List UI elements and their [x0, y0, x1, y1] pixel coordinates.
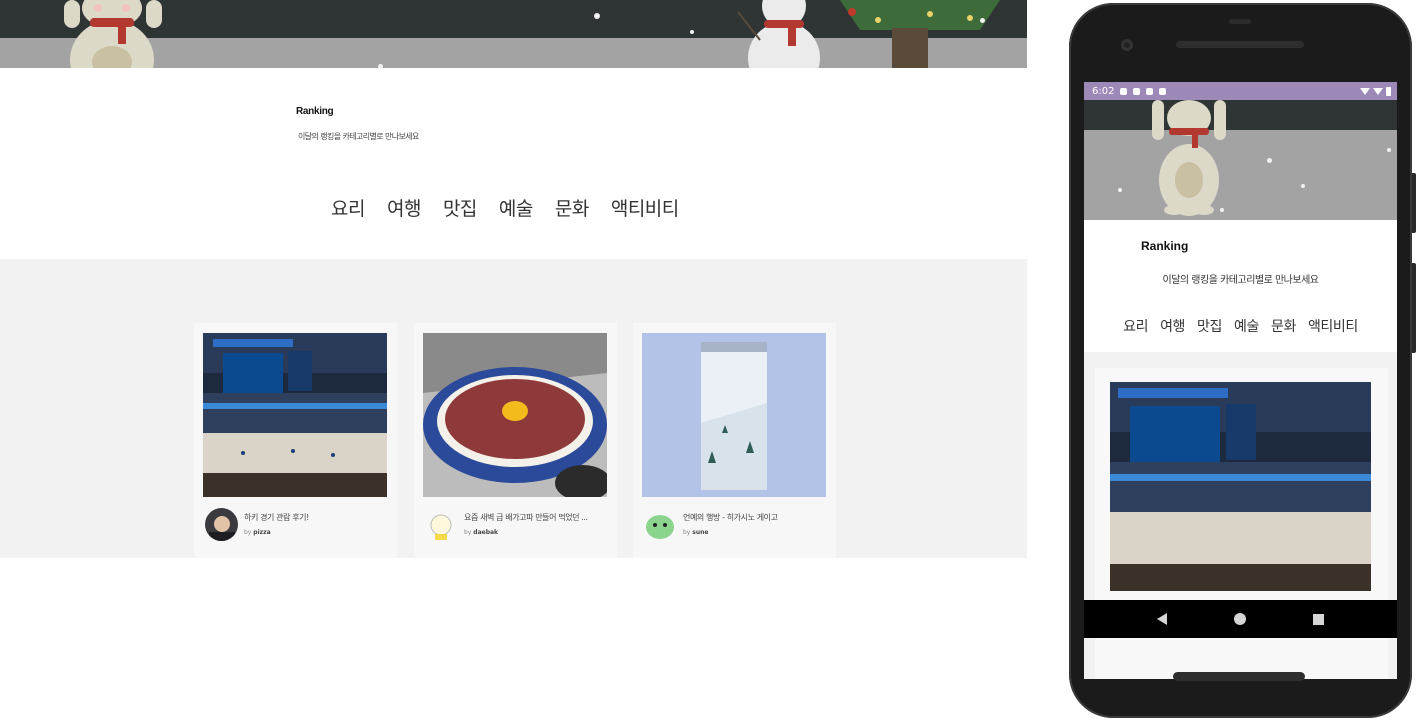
- ranking-title-mobile: Ranking: [1141, 239, 1189, 253]
- sd-card-icon: [1159, 87, 1167, 95]
- by-prefix: by: [244, 529, 252, 536]
- android-nav-bar: [1084, 600, 1397, 638]
- earpiece-speaker: [1176, 41, 1304, 48]
- ranking-title: Ranking: [296, 106, 334, 117]
- post-author-line: by daebak: [464, 529, 498, 536]
- category-cooking[interactable]: 요리: [1117, 316, 1154, 336]
- polar-bear-illustration: [1152, 100, 1226, 216]
- category-art[interactable]: 예술: [1228, 316, 1265, 336]
- status-right: [1360, 86, 1391, 96]
- category-activity[interactable]: 액티비티: [1302, 316, 1364, 336]
- front-camera-icon: [1121, 39, 1133, 51]
- banner-sky: [1084, 100, 1397, 130]
- post-title[interactable]: 요즘 새벽 급 배가고파 만들어 먹었던 ...: [464, 512, 614, 523]
- post-title[interactable]: 하키 경기 관람 후기!: [244, 512, 394, 523]
- category-nav-mobile: 요리 여행 맛집 예술 문화 액티비티: [1084, 316, 1397, 336]
- author-avatar[interactable]: [205, 508, 238, 541]
- winter-banner: [0, 0, 1027, 68]
- polar-bear-illustration: [64, 0, 162, 68]
- category-travel[interactable]: 여행: [1154, 316, 1191, 336]
- snowflake: [378, 64, 383, 68]
- category-travel[interactable]: 여행: [376, 194, 432, 221]
- hockey-arena-image: [1110, 382, 1371, 591]
- category-restaurant[interactable]: 맛집: [432, 194, 488, 221]
- ranking-subtitle: 이달의 랭킹을 카테고리별로 만나보세요: [298, 132, 419, 141]
- category-nav: 요리 여행 맛집 예술 문화 액티비티: [320, 194, 690, 221]
- book-cover-image: [642, 333, 826, 497]
- ranking-cards-section: 하키 경기 관람 후기! by pizza 요즘 새벽 급 배가고파 만들어 먹…: [0, 259, 1027, 558]
- post-thumbnail[interactable]: [1110, 382, 1371, 591]
- status-bar: 6:02: [1084, 82, 1397, 100]
- snowflake: [594, 13, 600, 19]
- status-time: 6:02: [1092, 85, 1115, 97]
- post-card[interactable]: 언예의 행방 - 히가시노 게이고 by sune: [633, 323, 836, 558]
- snowflake: [1220, 208, 1224, 212]
- snowflake: [1118, 188, 1122, 192]
- author-avatar[interactable]: [644, 508, 677, 541]
- post-title[interactable]: 언예의 행방 - 히가시노 게이고: [683, 512, 833, 523]
- power-button: [1412, 173, 1416, 233]
- category-culture[interactable]: 문화: [544, 194, 600, 221]
- snowman-illustration: [737, 0, 820, 68]
- beef-rice-bowl-image: [423, 333, 607, 497]
- by-prefix: by: [464, 529, 472, 536]
- ranking-heading: Ranking 이달의 랭킹을 카테고리별로 만나보세요: [296, 106, 419, 142]
- bottom-speaker: [1173, 672, 1305, 681]
- christmas-tree-illustration: [840, 0, 1000, 68]
- author-name[interactable]: daebak: [473, 529, 498, 536]
- home-icon[interactable]: [1233, 613, 1246, 625]
- wifi-icon: [1360, 87, 1370, 95]
- post-card[interactable]: 하키 경기 관람 후기! by pizza: [194, 323, 397, 558]
- sim-icon: [1146, 87, 1154, 95]
- by-prefix: by: [683, 529, 691, 536]
- category-art[interactable]: 예술: [488, 194, 544, 221]
- category-restaurant[interactable]: 맛집: [1191, 316, 1228, 336]
- snowflake: [1267, 158, 1272, 163]
- post-thumbnail[interactable]: [423, 333, 607, 497]
- post-author-line: by sune: [683, 529, 708, 536]
- desktop-view: Ranking 이달의 랭킹을 카테고리별로 만나보세요 요리 여행 맛집 예술…: [0, 0, 1027, 726]
- post-author-line: by pizza: [244, 529, 271, 536]
- phone-screen: 6:02 Ranking 이달의 랭킹을 카테고리별로 만나보세요 요리 여행 …: [1084, 82, 1397, 679]
- category-culture[interactable]: 문화: [1265, 316, 1302, 336]
- shield-icon: [1133, 87, 1141, 95]
- settings-icon: [1120, 87, 1128, 95]
- ranking-subtitle-mobile: 이달의 랭킹을 카테고리별로 만나보세요: [1162, 275, 1319, 286]
- author-avatar[interactable]: [425, 508, 458, 541]
- winter-banner-mobile: [1084, 100, 1397, 220]
- post-card[interactable]: 요즘 새벽 급 배가고파 만들어 먹었던 ... by daebak: [414, 323, 617, 558]
- category-cooking[interactable]: 요리: [320, 194, 376, 221]
- battery-icon: [1386, 86, 1391, 96]
- post-thumbnail[interactable]: [642, 333, 826, 497]
- snowflake: [980, 18, 985, 23]
- snowflake: [690, 30, 694, 34]
- volume-button: [1412, 263, 1416, 353]
- back-icon[interactable]: [1157, 613, 1168, 625]
- android-phone-frame: 6:02 Ranking 이달의 랭킹을 카테고리별로 만나보세요 요리 여행 …: [1069, 3, 1416, 718]
- snowflake: [1387, 148, 1391, 152]
- proximity-sensor: [1229, 19, 1251, 24]
- category-activity[interactable]: 액티비티: [600, 194, 690, 221]
- author-name[interactable]: pizza: [253, 529, 270, 536]
- snowflake: [1301, 184, 1305, 188]
- hockey-arena-image: [203, 333, 387, 497]
- recent-apps-icon[interactable]: [1312, 613, 1324, 625]
- author-name[interactable]: sune: [692, 529, 708, 536]
- post-thumbnail[interactable]: [203, 333, 387, 497]
- signal-icon: [1373, 87, 1383, 95]
